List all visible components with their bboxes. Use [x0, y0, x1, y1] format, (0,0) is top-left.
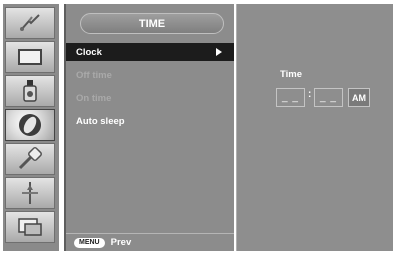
screen-position-icon [18, 49, 42, 65]
category-setup[interactable] [5, 177, 55, 209]
hour-field[interactable]: _ _ [276, 88, 305, 107]
osd-frame: TIME Clock Off time On time Auto sleep M… [0, 0, 396, 254]
time-separator: : [308, 89, 312, 100]
am-pm-toggle[interactable]: AM [348, 88, 370, 107]
tracking-icon [18, 147, 42, 170]
clock-setting-panel: Time _ _ : _ _ AM [236, 4, 393, 251]
menu-footer: MENU Prev [66, 233, 234, 251]
time-label: Time [280, 69, 303, 80]
menu-item-on-time[interactable]: On time [66, 89, 234, 107]
menu-button-badge[interactable]: MENU [74, 237, 105, 248]
submenu-arrow-icon [216, 48, 222, 56]
category-picture-adjust[interactable] [5, 7, 55, 39]
menu-item-label: Auto sleep [76, 115, 125, 127]
category-screen-position[interactable] [5, 41, 55, 73]
setup-icon [22, 182, 38, 204]
menu-panel: TIME Clock Off time On time Auto sleep M… [64, 4, 234, 251]
menu-item-label: On time [76, 92, 112, 104]
category-tracking[interactable] [5, 143, 55, 175]
category-time[interactable] [5, 109, 55, 141]
menu-item-clock[interactable]: Clock [66, 43, 234, 61]
menu-item-off-time[interactable]: Off time [66, 66, 234, 84]
picture-adjust-icon [20, 14, 40, 31]
menu-item-label: Clock [76, 46, 102, 58]
time-clock-icon [19, 114, 41, 136]
category-color[interactable] [5, 75, 55, 107]
prev-label: Prev [110, 237, 132, 248]
minute-field[interactable]: _ _ [314, 88, 343, 107]
category-multi-window[interactable] [5, 211, 55, 243]
menu-item-auto-sleep[interactable]: Auto sleep [66, 112, 234, 130]
category-icon-bar [3, 4, 59, 251]
multi-window-icon [18, 218, 42, 236]
menu-title: TIME [80, 13, 224, 34]
color-bottle-icon [23, 80, 37, 102]
menu-item-label: Off time [76, 69, 112, 81]
